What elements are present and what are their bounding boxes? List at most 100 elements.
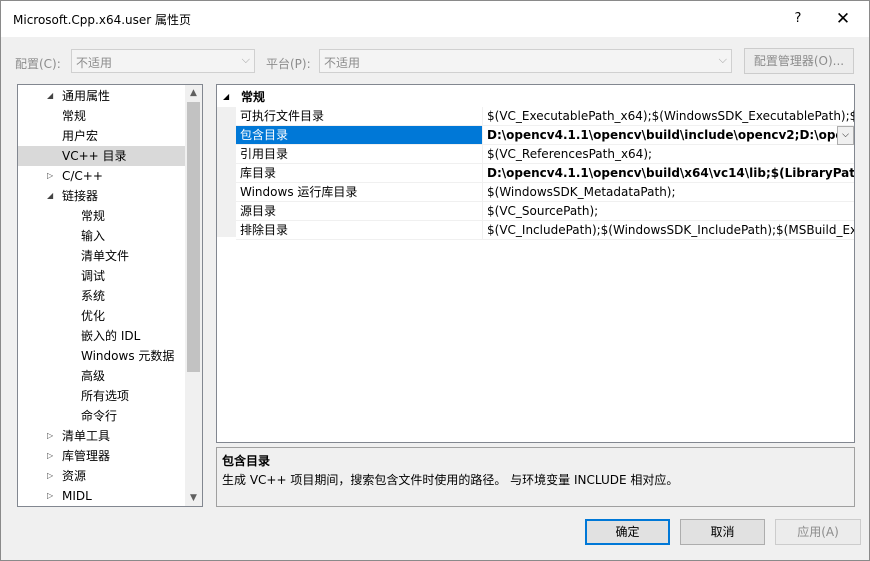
collapse-icon[interactable]: ◢: [47, 186, 59, 206]
property-name: 包含目录: [236, 126, 482, 145]
expand-icon[interactable]: ▷: [47, 446, 59, 466]
tree-item[interactable]: Windows 元数据: [18, 346, 185, 366]
tree-item[interactable]: ▷ 库管理器: [18, 446, 185, 466]
tree-item[interactable]: 高级: [18, 366, 185, 386]
description-title: 包含目录: [222, 454, 271, 468]
tree-item-label: C/C++: [62, 169, 103, 183]
close-icon[interactable]: ✕: [823, 5, 863, 33]
config-select-value: 不适用: [76, 56, 113, 70]
tree-item-label: 命令行: [81, 409, 118, 423]
grid-gutter: [217, 107, 236, 237]
property-value[interactable]: D:\opencv4.1.1\opencv\build\x64\vc14\lib…: [482, 164, 854, 183]
tree-item[interactable]: 调试: [18, 266, 185, 286]
platform-label: 平台(P):: [266, 57, 311, 71]
ok-button[interactable]: 确定: [585, 519, 670, 545]
property-name: 可执行文件目录: [236, 107, 482, 126]
property-row[interactable]: 排除目录 $(VC_IncludePath);$(WindowsSDK_Inclu…: [236, 221, 854, 240]
tree-item[interactable]: ◢ 链接器: [18, 186, 185, 206]
tree-item-label: 库管理器: [62, 449, 111, 463]
tree-item-label: MIDL: [62, 489, 92, 503]
tree-item[interactable]: 系统: [18, 286, 185, 306]
tree-item[interactable]: 命令行: [18, 406, 185, 426]
scroll-up-icon[interactable]: ▲: [185, 85, 202, 101]
property-value[interactable]: $(VC_ReferencesPath_x64);: [482, 145, 854, 164]
cancel-button[interactable]: 取消: [680, 519, 765, 545]
tree-item[interactable]: 常规: [18, 106, 185, 126]
tree-item-label: 高级: [81, 369, 106, 383]
property-value[interactable]: $(VC_SourcePath);: [482, 202, 854, 221]
tree-item[interactable]: 用户宏: [18, 126, 185, 146]
tree-item[interactable]: VC++ 目录: [18, 146, 185, 166]
tree-item-label: 清单文件: [81, 249, 130, 263]
tree-item[interactable]: 优化: [18, 306, 185, 326]
property-value[interactable]: $(VC_ExecutablePath_x64);$(WindowsSDK_Ex…: [482, 107, 854, 126]
property-grid: ◢ 常规 可执行文件目录 $(VC_ExecutablePath_x64);$(W…: [216, 84, 855, 443]
tree-item-label: 嵌入的 IDL: [81, 329, 141, 343]
chevron-down-icon: ⌵: [241, 53, 250, 66]
property-row[interactable]: 源目录 $(VC_SourcePath);: [236, 202, 854, 221]
property-value[interactable]: D:\opencv4.1.1\opencv\build\include\open…: [482, 126, 854, 145]
platform-select-value: 不适用: [324, 56, 361, 70]
tree-item[interactable]: ◢ 通用属性: [18, 86, 185, 106]
property-name: 源目录: [236, 202, 482, 221]
property-value[interactable]: $(WindowsSDK_MetadataPath);: [482, 183, 854, 202]
tree-item-label: 链接器: [62, 189, 99, 203]
property-name: 排除目录: [236, 221, 482, 240]
property-name: Windows 运行库目录: [236, 183, 482, 202]
property-name: 库目录: [236, 164, 482, 183]
property-row[interactable]: 引用目录 $(VC_ReferencesPath_x64);: [236, 145, 854, 164]
scroll-thumb[interactable]: [187, 102, 200, 372]
tree-item-label: 常规: [81, 209, 106, 223]
tree-item-label: 调试: [81, 269, 106, 283]
scroll-down-icon[interactable]: ▼: [185, 490, 202, 506]
expand-icon[interactable]: ▷: [47, 166, 59, 186]
expand-icon[interactable]: ▷: [47, 486, 59, 506]
tree-item[interactable]: 清单文件: [18, 246, 185, 266]
property-row[interactable]: 可执行文件目录 $(VC_ExecutablePath_x64);$(Window…: [236, 107, 854, 126]
tree-item-label: 优化: [81, 309, 106, 323]
grid-category-general[interactable]: ◢ 常规: [217, 87, 854, 107]
config-label: 配置(C):: [15, 57, 61, 71]
tree-item[interactable]: 嵌入的 IDL: [18, 326, 185, 346]
tree-scrollbar[interactable]: ▲ ▼: [185, 85, 202, 506]
tree-item[interactable]: ▷ 清单工具: [18, 426, 185, 446]
property-row[interactable]: 库目录 D:\opencv4.1.1\opencv\build\x64\vc14\…: [236, 164, 854, 183]
tree-item[interactable]: 所有选项: [18, 386, 185, 406]
tree-item-label: 用户宏: [62, 129, 99, 143]
property-row[interactable]: Windows 运行库目录 $(WindowsSDK_MetadataPath);: [236, 183, 854, 202]
property-row[interactable]: 包含目录 D:\opencv4.1.1\opencv\build\include\…: [236, 126, 854, 145]
tree-item-label: VC++ 目录: [62, 149, 127, 163]
tree-item[interactable]: 输入: [18, 226, 185, 246]
tree-item[interactable]: 常规: [18, 206, 185, 226]
grid-category-label: 常规: [241, 90, 266, 104]
config-select[interactable]: 不适用 ⌵: [71, 49, 255, 73]
tree-item-label: 输入: [81, 229, 106, 243]
description-panel: 包含目录 生成 VC++ 项目期间，搜索包含文件时使用的路径。 与环境变量 IN…: [216, 447, 855, 507]
property-pages-dialog: Microsoft.Cpp.x64.user 属性页 ? ✕ 配置(C): 不适…: [0, 0, 870, 561]
apply-button[interactable]: 应用(A): [775, 519, 861, 545]
property-tree: ◢ 通用属性 常规 用户宏 VC++ 目录 ▷ C/C++ ◢ 链接器 常规 输入 清单文件 调试 系统优…: [17, 84, 203, 507]
platform-select[interactable]: 不适用 ⌵: [319, 49, 732, 73]
tree-item-label: 资源: [62, 469, 87, 483]
property-value[interactable]: $(VC_IncludePath);$(WindowsSDK_IncludePa…: [482, 221, 854, 240]
property-name: 引用目录: [236, 145, 482, 164]
tree-item[interactable]: ▷ 资源: [18, 466, 185, 486]
window-title: Microsoft.Cpp.x64.user 属性页: [13, 13, 192, 27]
help-icon[interactable]: ?: [781, 5, 815, 33]
chevron-down-icon: ⌵: [718, 53, 727, 66]
expand-icon[interactable]: ▷: [47, 426, 59, 446]
tree-item[interactable]: ▷ C/C++: [18, 166, 185, 186]
expand-icon[interactable]: ▷: [47, 466, 59, 486]
collapse-icon[interactable]: ◢: [223, 87, 229, 107]
collapse-icon[interactable]: ◢: [47, 86, 59, 106]
tree-item-label: Windows 元数据: [81, 349, 175, 363]
chevron-down-icon[interactable]: ⌵: [837, 126, 854, 145]
tree-item-label: 清单工具: [62, 429, 111, 443]
tree-item[interactable]: ▷ MIDL: [18, 486, 185, 506]
tree-item-label: 通用属性: [62, 89, 111, 103]
description-text: 生成 VC++ 项目期间，搜索包含文件时使用的路径。 与环境变量 INCLUDE…: [222, 473, 679, 487]
title-bar: Microsoft.Cpp.x64.user 属性页 ? ✕: [1, 1, 869, 37]
tree-item-label: 系统: [81, 289, 106, 303]
config-manager-button[interactable]: 配置管理器(O)...: [744, 48, 854, 74]
tree-item-label: 常规: [62, 109, 87, 123]
